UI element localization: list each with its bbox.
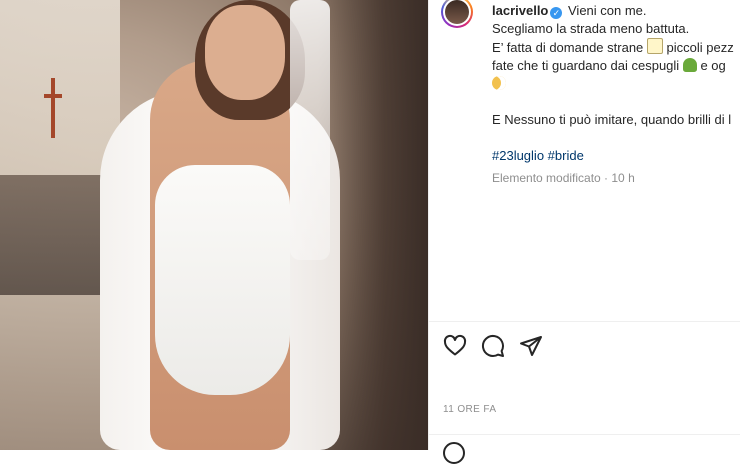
photo-lace-bodysuit [155,165,290,395]
avatar-image [445,0,469,24]
caption-line-6: E Nessuno ti può imitare, quando brilli … [492,112,732,127]
avatar[interactable] [441,0,473,28]
divider [429,321,740,322]
caption-line-3a: E’ fatta di domande strane [492,40,644,55]
hashtags-line: #23luglio #bride [492,147,740,165]
bush-emoji-icon [682,58,697,72]
caption-line-5 [492,75,740,93]
caption-line-1: lacrivello ✓ Vieni con me. [492,2,740,20]
caption-spacer-2 [492,129,740,147]
post-timestamp[interactable]: 11 ORE FA [443,404,496,415]
caption-line-3b: piccoli pezz [666,40,734,55]
post-actions [443,334,543,360]
username-link[interactable]: lacrivello [492,3,548,18]
caption-line-4a: fate che ti guardano dai cespugli [492,58,680,73]
share-button[interactable] [519,334,543,358]
caption-line-3: E’ fatta di domande strane piccoli pezz [492,38,740,57]
photo-cross-decoration [44,78,62,138]
caption-line-4: fate che ti guardano dai cespugli e og [492,57,740,75]
photo-face [205,5,285,100]
like-button[interactable] [443,334,467,358]
paper-plane-icon [520,336,542,356]
smiley-icon[interactable] [443,442,465,464]
photo-veil [290,0,330,260]
caption-text: lacrivello ✓ Vieni con me. Scegliamo la s… [492,2,740,187]
hashtag-link[interactable]: #bride [548,148,584,163]
moon-emoji-icon [492,76,506,90]
photo-background-shelf [0,175,110,295]
hashtag-link[interactable]: #23luglio [492,148,544,163]
add-comment-row [443,442,465,464]
edited-meta: Elemento modificato · 10 h [492,171,635,185]
verified-badge-icon: ✓ [550,7,563,19]
comment-bubble-icon [481,334,504,357]
comment-button[interactable] [481,334,505,358]
memo-emoji-icon [646,38,663,54]
caption-line-2: Scegliamo la strada meno battuta. [492,21,690,36]
caption-line-4b: e og [700,58,726,73]
post-side-panel: lacrivello ✓ Vieni con me. Scegliamo la s… [428,0,740,464]
heart-icon [443,334,467,356]
caption-first-line: Vieni con me. [568,3,647,18]
post-photo[interactable] [0,0,428,450]
divider [429,434,740,435]
